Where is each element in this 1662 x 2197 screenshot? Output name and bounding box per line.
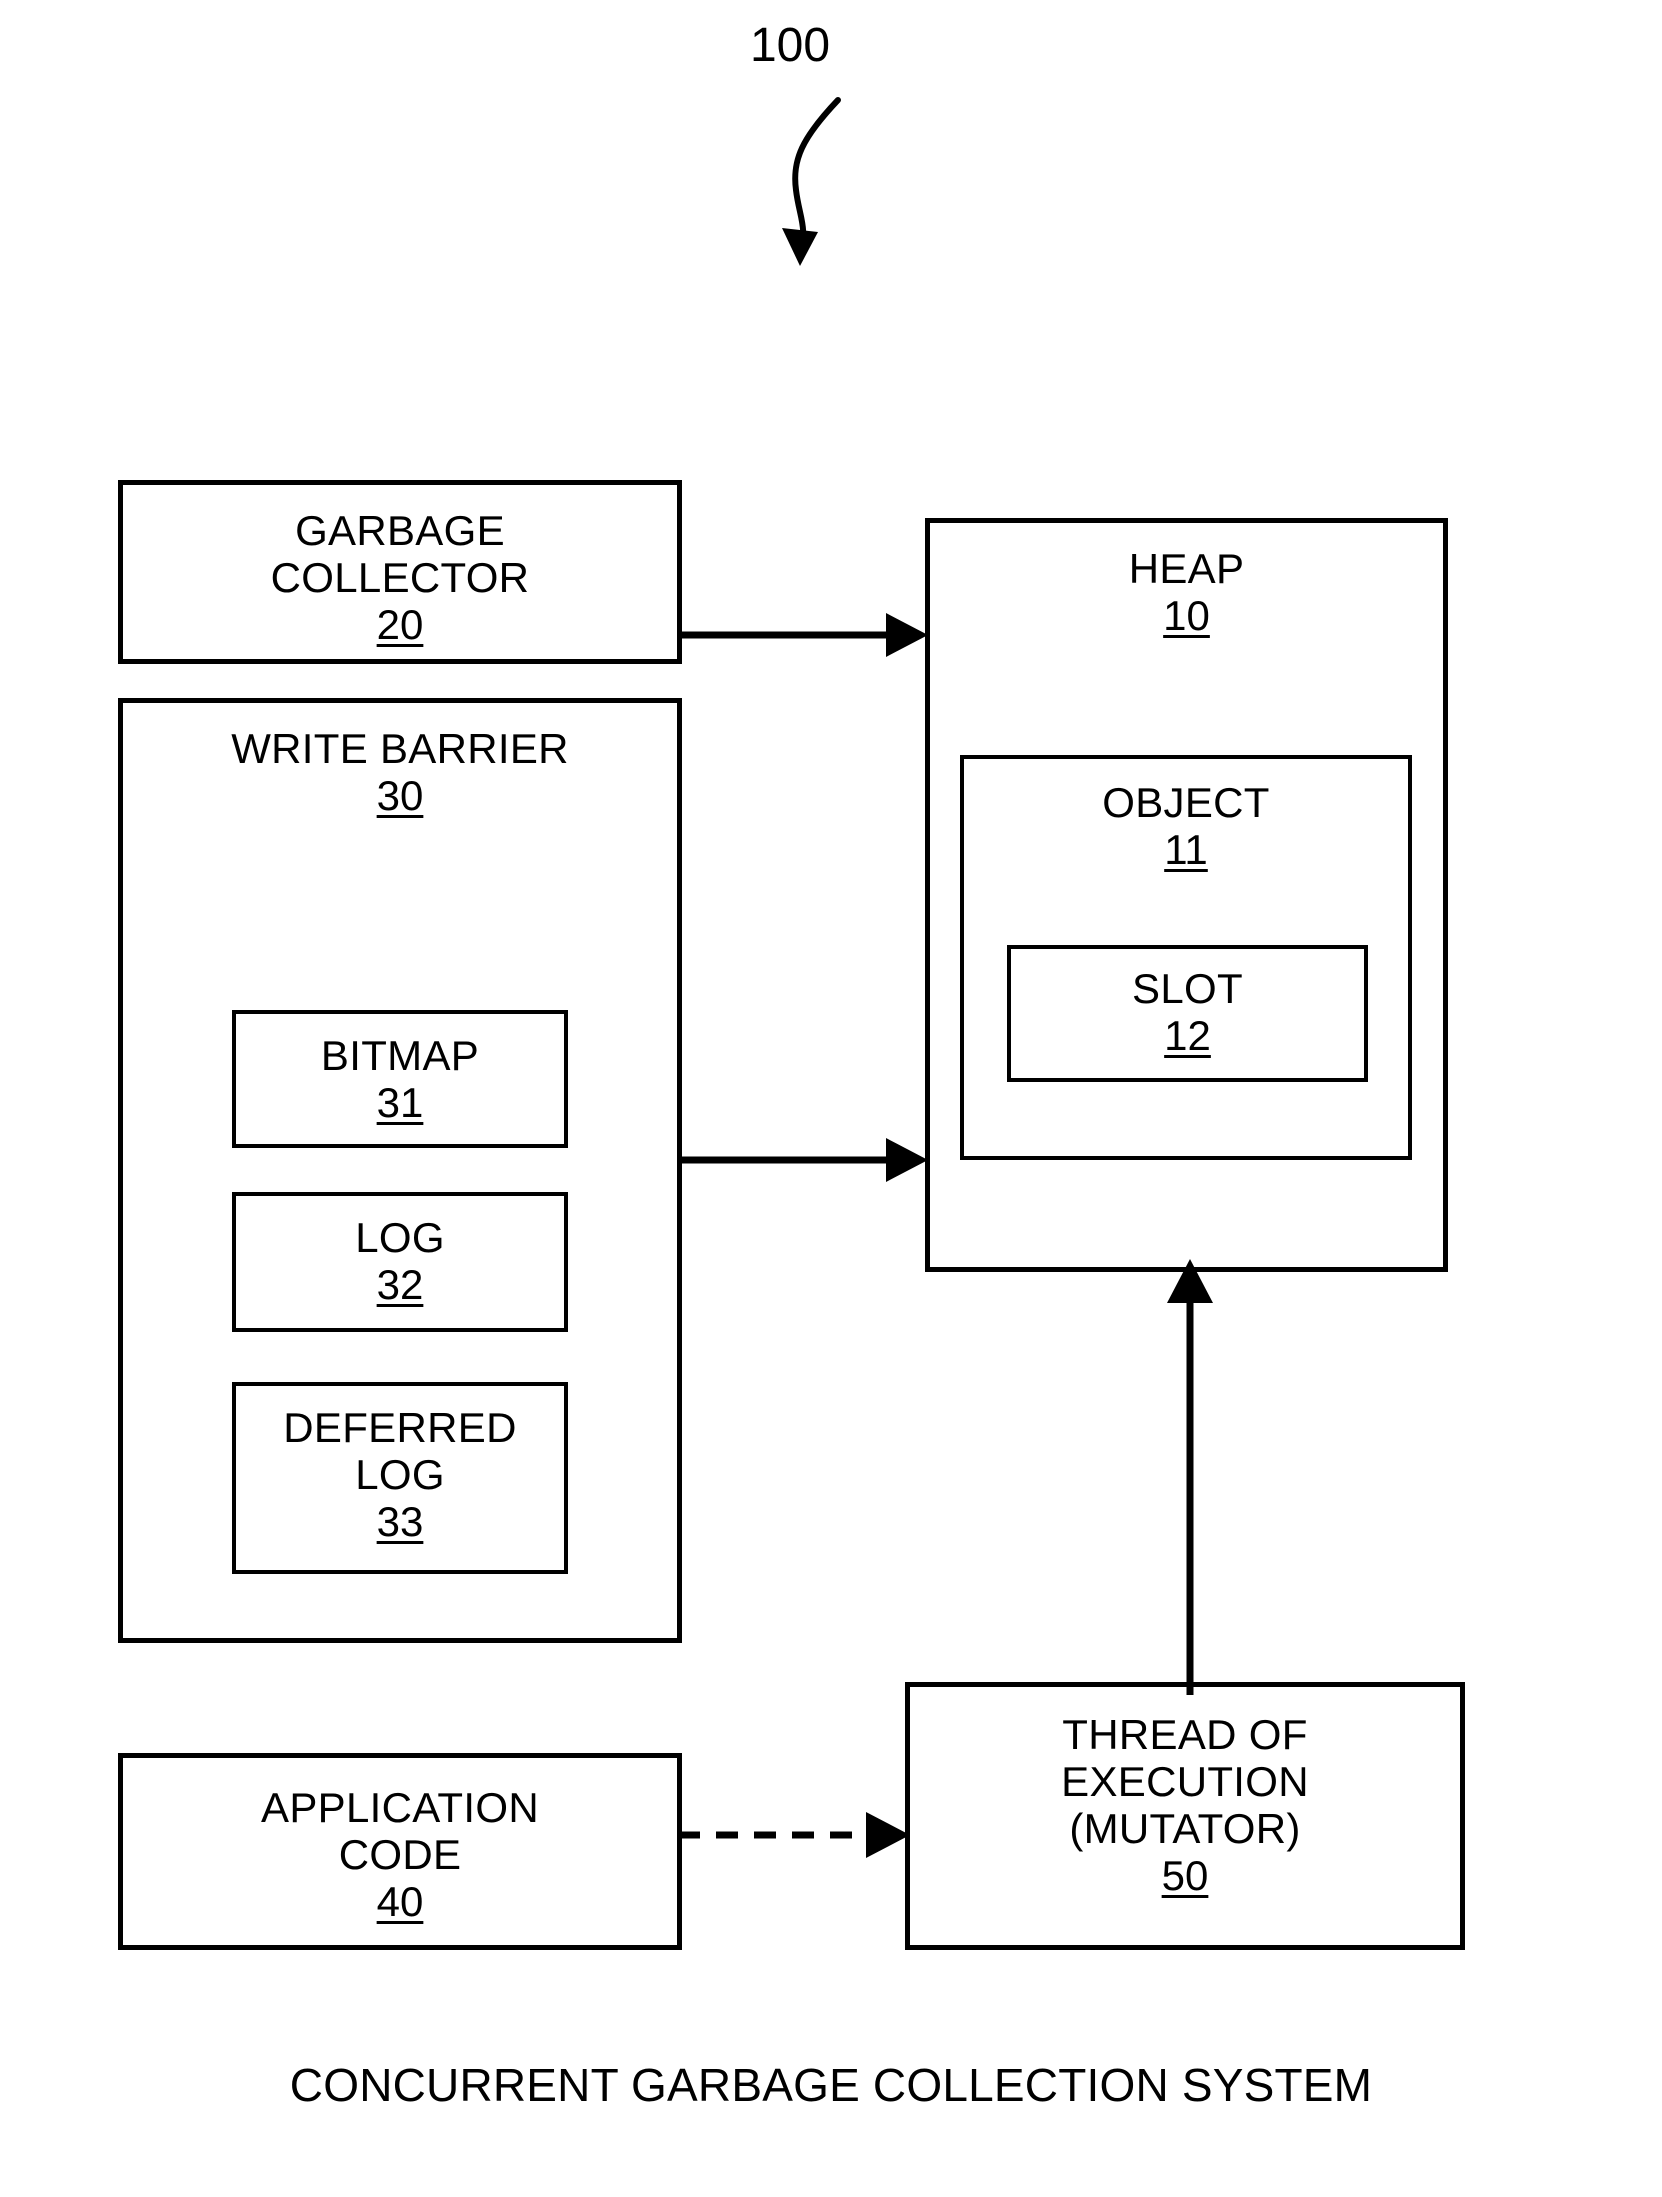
block-slot: SLOT 12 <box>1007 945 1368 1082</box>
block-heap-label: HEAP <box>1128 545 1245 592</box>
arrow-thread-to-heap-icon <box>1167 1259 1213 1695</box>
block-object-ref: 11 <box>1164 826 1208 874</box>
block-application-code: APPLICATION CODE 40 <box>118 1753 682 1950</box>
block-slot-label: SLOT <box>1132 965 1243 1012</box>
block-deferred-log-ref: 33 <box>376 1498 424 1546</box>
block-slot-ref: 12 <box>1164 1012 1211 1060</box>
block-deferred-log-label: DEFERRED LOG <box>283 1404 517 1499</box>
block-bitmap-label: BITMAP <box>320 1032 480 1079</box>
block-thread-of-execution: THREAD OF EXECUTION (MUTATOR) 50 <box>905 1682 1465 1950</box>
block-log-label: LOG <box>355 1214 445 1261</box>
block-garbage-collector: GARBAGE COLLECTOR 20 <box>118 480 682 664</box>
block-write-barrier-ref: 30 <box>376 772 424 820</box>
block-application-code-label: APPLICATION CODE <box>261 1784 539 1879</box>
block-application-code-ref: 40 <box>376 1878 424 1926</box>
block-write-barrier-label: WRITE BARRIER <box>231 725 569 772</box>
block-bitmap-ref: 31 <box>376 1079 424 1127</box>
block-object-label: OBJECT <box>1102 779 1270 826</box>
reference-leader-arrow-icon <box>782 97 841 266</box>
block-log: LOG 32 <box>232 1192 568 1332</box>
block-garbage-collector-label: GARBAGE COLLECTOR <box>270 507 530 602</box>
block-log-ref: 32 <box>376 1261 424 1309</box>
block-thread-of-execution-label: THREAD OF EXECUTION (MUTATOR) <box>1061 1711 1309 1853</box>
figure-caption: CONCURRENT GARBAGE COLLECTION SYSTEM <box>289 2059 1373 2111</box>
figure-reference-numeral: 100 <box>749 19 831 72</box>
arrow-write-barrier-to-heap-icon <box>678 1138 928 1182</box>
block-heap-ref: 10 <box>1163 592 1210 640</box>
arrow-garbage-collector-to-heap-icon <box>678 613 928 657</box>
block-garbage-collector-ref: 20 <box>376 601 424 649</box>
patent-figure: 100 GARBAGE COLLECTOR 20 WRITE BARRIER 3… <box>0 0 1662 2197</box>
arrow-application-code-to-thread-icon <box>678 1812 910 1858</box>
block-thread-of-execution-ref: 50 <box>1161 1852 1209 1900</box>
block-bitmap: BITMAP 31 <box>232 1010 568 1148</box>
block-deferred-log: DEFERRED LOG 33 <box>232 1382 568 1574</box>
